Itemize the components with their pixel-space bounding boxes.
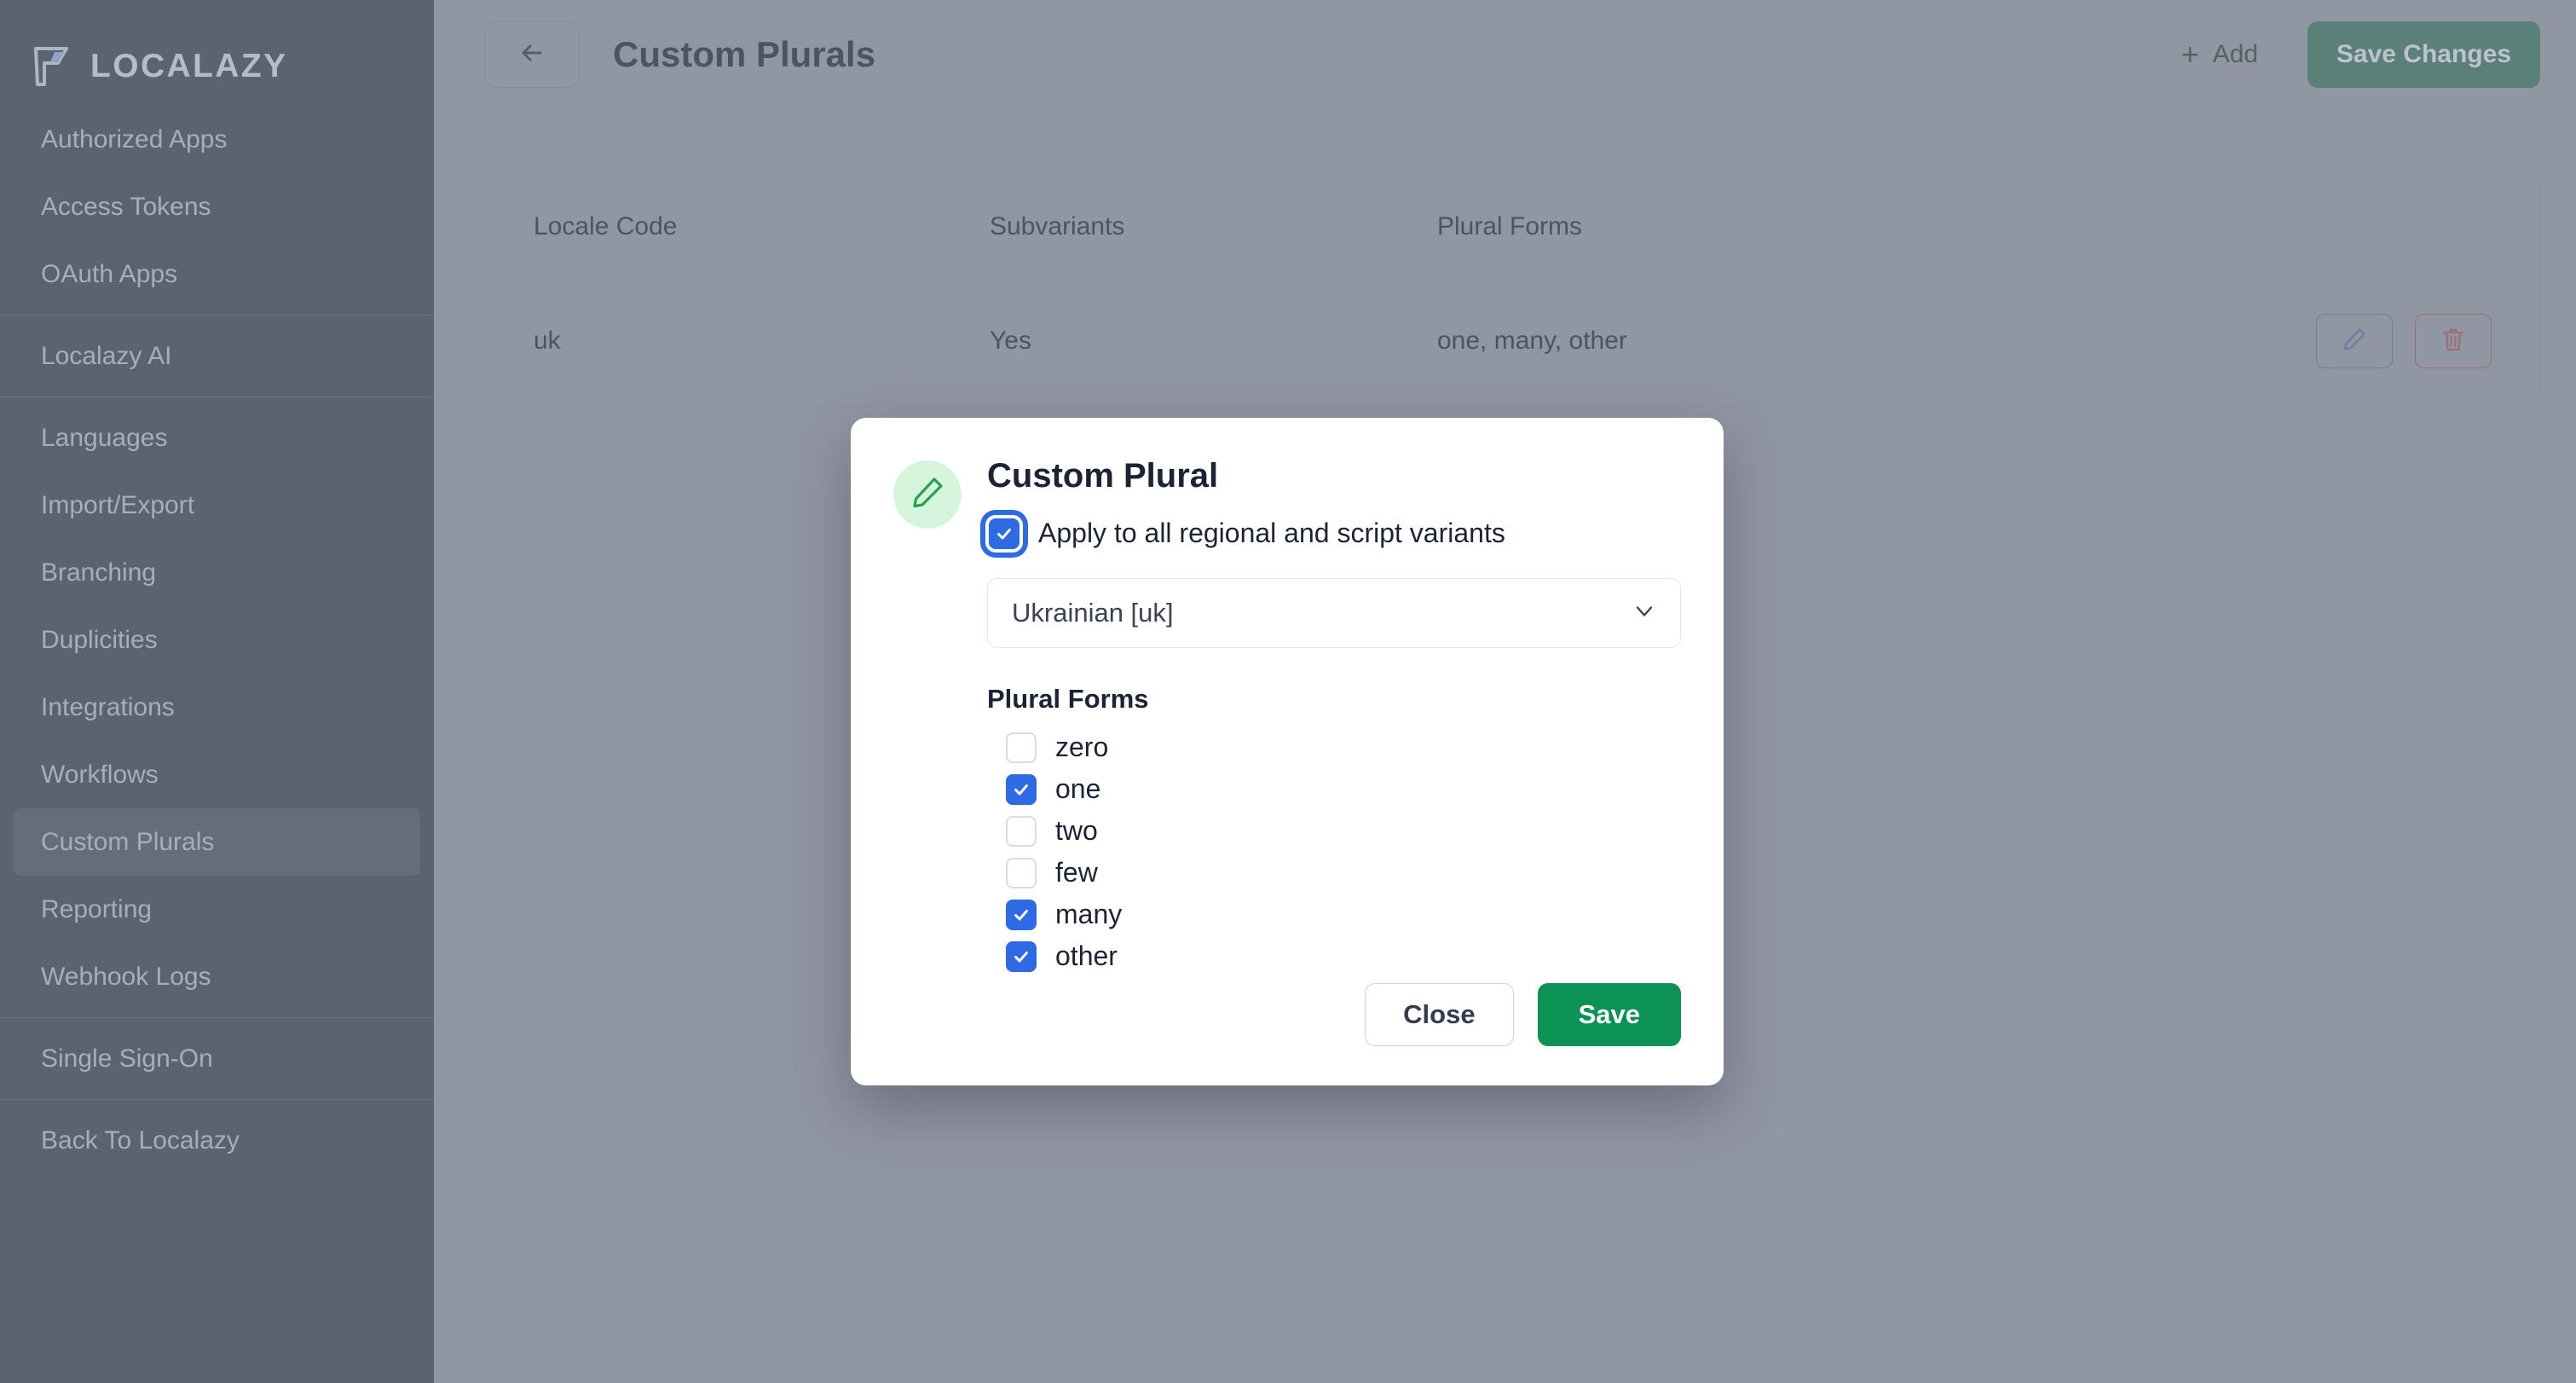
plural-form-row-few[interactable]: few <box>1006 852 1681 894</box>
sidebar-item-access-tokens[interactable]: Access Tokens <box>14 173 420 240</box>
sidebar-item-label: Webhook Logs <box>41 962 211 991</box>
sidebar-divider <box>0 1017 434 1018</box>
sidebar-item-label: Custom Plurals <box>41 827 215 856</box>
modal-body: Custom Plural Apply to all regional and … <box>987 457 1681 977</box>
sidebar-item-label: Back To Localazy <box>41 1125 240 1154</box>
sidebar-divider <box>0 1099 434 1100</box>
check-icon <box>997 528 1011 540</box>
chevron-down-icon <box>1632 599 1656 628</box>
close-button[interactable]: Close <box>1365 983 1514 1046</box>
plural-form-row-other[interactable]: other <box>1006 935 1681 977</box>
sidebar-item-duplicities[interactable]: Duplicities <box>14 606 420 674</box>
plural-form-label: many <box>1055 899 1123 929</box>
modal-title: Custom Plural <box>987 457 1219 495</box>
apply-to-all-variants-label: Apply to all regional and script variant… <box>1038 518 1505 548</box>
sidebar-item-label: Duplicities <box>41 625 158 654</box>
custom-plural-modal: Custom Plural Apply to all regional and … <box>851 418 1724 1085</box>
apply-to-all-variants-row[interactable]: Apply to all regional and script variant… <box>989 518 1681 549</box>
plural-form-row-two[interactable]: two <box>1006 810 1681 852</box>
plural-forms-label: Plural Forms <box>987 684 1149 714</box>
locale-select-value: Ukrainian [uk] <box>1012 598 1174 628</box>
sidebar-item-back-to-localazy[interactable]: Back To Localazy <box>14 1107 420 1174</box>
plural-form-checkbox-few[interactable] <box>1006 857 1037 888</box>
localazy-flag-logo-icon <box>29 44 73 89</box>
sidebar-item-localazy-ai[interactable]: Localazy AI <box>14 322 420 390</box>
sidebar-item-branching[interactable]: Branching <box>14 539 420 606</box>
plural-form-label: few <box>1055 857 1098 888</box>
plural-form-checkbox-zero[interactable] <box>1006 732 1037 763</box>
sidebar-item-import-export[interactable]: Import/Export <box>14 472 420 539</box>
modal-header: Custom Plural Apply to all regional and … <box>893 457 1681 977</box>
plural-forms-list: zero one two few many other <box>1006 726 1681 977</box>
locale-select[interactable]: Ukrainian [uk] <box>987 578 1681 648</box>
sidebar-item-custom-plurals[interactable]: Custom Plurals <box>14 808 420 876</box>
sidebar-item-languages[interactable]: Languages <box>14 404 420 472</box>
brand-name: LOCALAZY <box>90 48 288 84</box>
sidebar-item-label: Access Tokens <box>41 192 211 221</box>
sidebar-divider <box>0 396 434 397</box>
plural-form-row-many[interactable]: many <box>1006 894 1681 935</box>
sidebar-item-label: Localazy AI <box>41 341 172 370</box>
sidebar-item-webhook-logs[interactable]: Webhook Logs <box>14 943 420 1010</box>
sidebar-item-reporting[interactable]: Reporting <box>14 876 420 943</box>
sidebar-item-label: Languages <box>41 423 168 452</box>
plural-form-checkbox-one[interactable] <box>1006 773 1037 805</box>
sidebar-item-label: Integrations <box>41 692 175 721</box>
app-root: LOCALAZY Authorized Apps Access Tokens OAu… <box>0 0 2576 1383</box>
plural-form-checkbox-other[interactable] <box>1006 940 1037 972</box>
plural-form-checkbox-many[interactable] <box>1006 899 1037 930</box>
sidebar-item-label: Import/Export <box>41 490 195 519</box>
plural-form-row-one[interactable]: one <box>1006 768 1681 810</box>
sidebar-item-authorized-apps[interactable]: Authorized Apps <box>14 106 420 173</box>
brand[interactable]: LOCALAZY <box>0 0 434 101</box>
sidebar-item-workflows[interactable]: Workflows <box>14 741 420 808</box>
plural-form-label: other <box>1055 940 1118 971</box>
modal-footer: Close Save <box>893 983 1681 1085</box>
sidebar-item-label: Workflows <box>41 760 159 789</box>
plural-form-checkbox-two[interactable] <box>1006 815 1037 847</box>
plural-form-label: one <box>1055 773 1101 804</box>
plural-form-label: zero <box>1055 732 1109 762</box>
apply-to-all-variants-checkbox[interactable] <box>989 518 1019 549</box>
pencil-icon <box>909 474 946 516</box>
sidebar-item-label: Authorized Apps <box>41 124 228 153</box>
sidebar-item-label: OAuth Apps <box>41 259 178 288</box>
check-icon <box>1014 951 1028 963</box>
check-icon <box>1014 909 1028 921</box>
sidebar: LOCALAZY Authorized Apps Access Tokens OAu… <box>0 0 434 1383</box>
sidebar-item-label: Branching <box>41 558 157 587</box>
sidebar-item-integrations[interactable]: Integrations <box>14 674 420 741</box>
sidebar-nav: Authorized Apps Access Tokens OAuth Apps Lo… <box>0 101 434 1174</box>
sidebar-item-label: Single Sign-On <box>41 1044 213 1073</box>
sidebar-item-label: Reporting <box>41 894 153 923</box>
sidebar-item-single-sign-on[interactable]: Single Sign-On <box>14 1025 420 1092</box>
modal-badge <box>893 460 962 529</box>
plural-form-label: two <box>1055 815 1098 846</box>
check-icon <box>1014 784 1028 796</box>
save-button[interactable]: Save <box>1537 983 1681 1046</box>
plural-form-row-zero[interactable]: zero <box>1006 726 1681 768</box>
sidebar-item-oauth-apps[interactable]: OAuth Apps <box>14 240 420 308</box>
